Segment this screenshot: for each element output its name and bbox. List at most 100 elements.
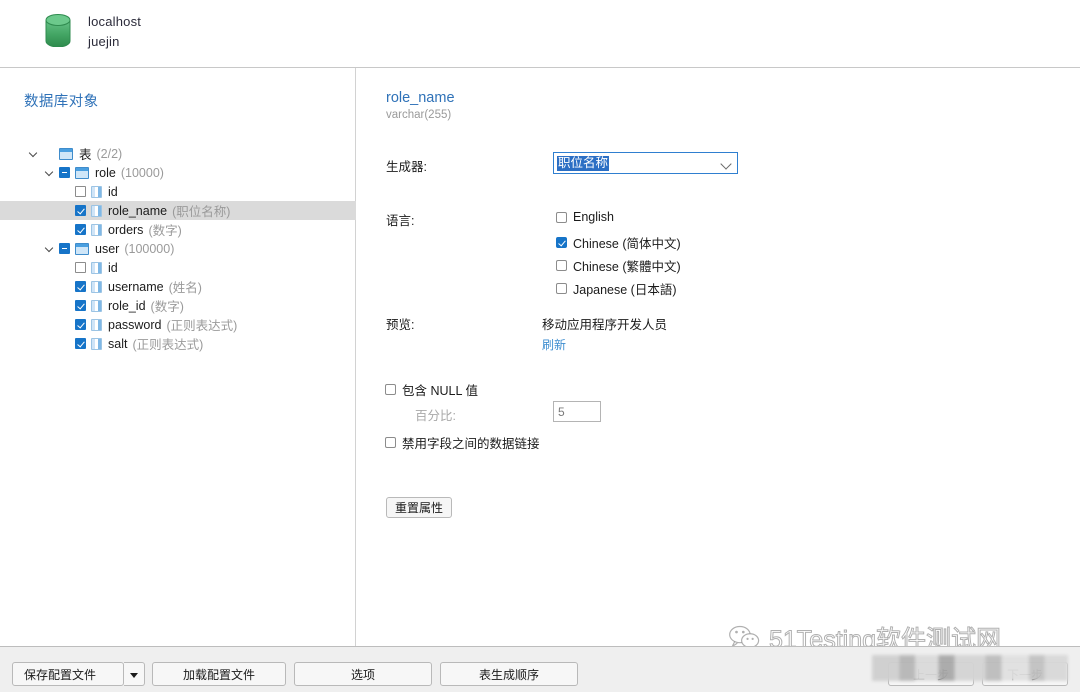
tree-item-label: role_name — [108, 204, 167, 218]
generator-value: 职位名称 — [557, 156, 609, 171]
tree-item-meta: (2/2) — [97, 147, 123, 161]
tree-row[interactable]: user (100000) — [0, 239, 356, 258]
tree-item-checkbox[interactable] — [75, 205, 86, 216]
column-icon — [91, 262, 102, 274]
column-icon — [91, 205, 102, 217]
language-checkbox[interactable] — [556, 260, 567, 271]
tree-row[interactable]: role_id (数字) — [0, 296, 356, 315]
table-icon — [75, 167, 89, 179]
column-icon — [91, 186, 102, 198]
table-generation-order-button[interactable]: 表生成顺序 — [440, 662, 578, 686]
tree-item-checkbox[interactable] — [75, 262, 86, 273]
tree-spacer — [60, 299, 73, 312]
tree-row[interactable]: username (姓名) — [0, 277, 356, 296]
tree-item-meta: (正则表达式) — [132, 334, 203, 353]
column-icon — [91, 224, 102, 236]
tree-item-checkbox[interactable] — [75, 224, 86, 235]
language-option-row[interactable]: Japanese (日本語) — [556, 279, 677, 298]
language-label-text: English — [573, 210, 614, 224]
connection-host: localhost — [88, 12, 141, 32]
tree-item-checkbox[interactable] — [75, 319, 86, 330]
object-tree[interactable]: 表(2/2)role(10000)idrole_name(职位名称)orders… — [0, 144, 356, 353]
percent-label: 百分比: — [415, 405, 456, 424]
tree-item-meta: (职位名称) — [172, 201, 230, 220]
save-profile-button[interactable]: 保存配置文件 — [12, 662, 124, 686]
language-label-text: Chinese (简体中文) — [573, 233, 681, 252]
tree-item-label: id — [108, 261, 118, 275]
tree-row[interactable]: id — [0, 182, 356, 201]
redacted-overlay — [872, 655, 1068, 681]
tree-item-label: salt — [108, 337, 127, 351]
preview-value: 移动应用程序开发人员 — [542, 314, 667, 333]
options-button[interactable]: 选项 — [294, 662, 432, 686]
database-objects-panel: 数据库对象 表(2/2)role(10000)idrole_name(职位名称)… — [0, 68, 356, 646]
include-null-row[interactable]: 包含 NULL 值 — [385, 380, 478, 399]
table-icon — [75, 243, 89, 255]
tree-item-checkbox[interactable] — [75, 338, 86, 349]
language-option-row[interactable]: Chinese (简体中文) — [556, 233, 681, 252]
tree-row[interactable]: salt (正则表达式) — [0, 334, 356, 353]
connection-header: localhost juejin — [0, 0, 1080, 68]
language-checkbox[interactable] — [556, 237, 567, 248]
tree-item-label: 表 — [79, 144, 92, 163]
language-label-text: Chinese (繁體中文) — [573, 256, 681, 275]
generator-label: 生成器: — [386, 156, 427, 175]
tree-item-checkbox[interactable] — [59, 167, 70, 178]
chevron-down-icon[interactable] — [44, 242, 57, 255]
load-profile-button[interactable]: 加载配置文件 — [152, 662, 286, 686]
tree-item-label: username — [108, 280, 164, 294]
disable-link-checkbox[interactable] — [385, 437, 396, 448]
percent-input[interactable]: 5 — [553, 401, 601, 422]
include-null-label: 包含 NULL 值 — [402, 380, 478, 399]
tree-item-checkbox[interactable] — [75, 186, 86, 197]
tree-item-label: password — [108, 318, 162, 332]
language-label: 语言: — [386, 210, 414, 229]
tree-row[interactable]: orders (数字) — [0, 220, 356, 239]
tree-row[interactable]: role_name (职位名称) — [0, 201, 356, 220]
field-name-title: role_name — [386, 90, 455, 106]
tree-item-label: orders — [108, 223, 143, 237]
reset-attributes-button[interactable]: 重置属性 — [386, 497, 452, 518]
connection-database: juejin — [88, 32, 141, 52]
panel-title: 数据库对象 — [24, 90, 99, 111]
disable-link-row[interactable]: 禁用字段之间的数据链接 — [385, 433, 540, 452]
tree-row[interactable]: password (正则表达式) — [0, 315, 356, 334]
tree-row[interactable]: 表 (2/2) — [0, 144, 356, 163]
tree-item-label: role_id — [108, 299, 146, 313]
refresh-link[interactable]: 刷新 — [542, 336, 566, 353]
tree-item-checkbox[interactable] — [59, 243, 70, 254]
include-null-checkbox[interactable] — [385, 384, 396, 395]
tree-spacer — [60, 204, 73, 217]
tree-item-label: user — [95, 242, 119, 256]
tree-item-checkbox[interactable] — [75, 281, 86, 292]
tree-item-meta: (10000) — [121, 166, 164, 180]
column-icon — [91, 338, 102, 350]
preview-label: 预览: — [386, 314, 414, 333]
language-checkbox[interactable] — [556, 283, 567, 294]
tree-spacer — [60, 337, 73, 350]
tree-item-checkbox[interactable] — [75, 300, 86, 311]
language-option-row[interactable]: Chinese (繁體中文) — [556, 256, 681, 275]
tree-item-label: role — [95, 166, 116, 180]
table-group-icon — [59, 148, 73, 160]
tree-row[interactable]: role (10000) — [0, 163, 356, 182]
tree-item-meta: (数字) — [151, 296, 184, 315]
tree-item-meta: (数字) — [148, 220, 181, 239]
tree-item-label: id — [108, 185, 118, 199]
tree-spacer — [60, 280, 73, 293]
tree-item-meta: (正则表达式) — [167, 315, 238, 334]
tree-row[interactable]: id — [0, 258, 356, 277]
generate-data-wizard-window: localhost juejin 数据库对象 表 (2/2) role (10000)… — [0, 0, 1080, 692]
column-icon — [91, 281, 102, 293]
chevron-down-icon[interactable] — [44, 166, 57, 179]
language-option-row[interactable]: English — [556, 210, 614, 224]
column-icon — [91, 300, 102, 312]
tree-item-meta: (姓名) — [169, 277, 202, 296]
chevron-down-icon — [720, 158, 731, 169]
language-checkbox[interactable] — [556, 212, 567, 223]
tree-item-meta: (100000) — [124, 242, 174, 256]
generator-combobox[interactable]: 职位名称 — [553, 152, 738, 174]
chevron-down-icon[interactable] — [28, 147, 41, 160]
tree-spacer — [60, 185, 73, 198]
triangle-down-icon[interactable] — [124, 662, 145, 686]
